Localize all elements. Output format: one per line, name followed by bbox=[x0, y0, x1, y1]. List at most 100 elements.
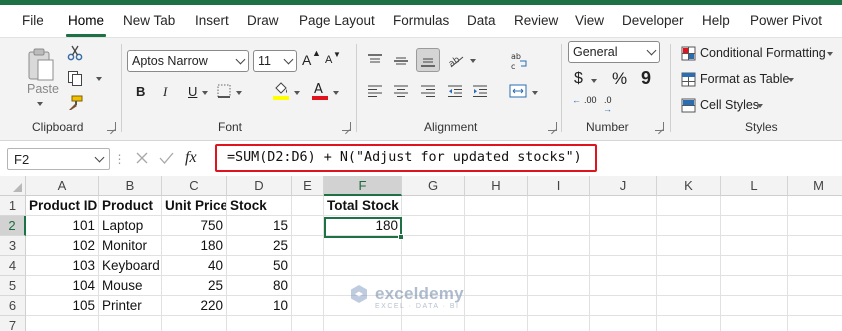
grid-cell[interactable] bbox=[465, 196, 528, 216]
grid-cell[interactable] bbox=[99, 316, 162, 331]
header-cell[interactable]: Product bbox=[99, 196, 162, 216]
grid-cell[interactable] bbox=[465, 216, 528, 236]
percent-button[interactable]: % bbox=[612, 69, 627, 89]
fill-handle[interactable] bbox=[398, 234, 404, 240]
font-color-chevron-down-icon[interactable] bbox=[333, 91, 339, 95]
copy-chevron-down-icon[interactable] bbox=[96, 77, 102, 81]
grid-cell[interactable] bbox=[657, 196, 721, 216]
grid-cell[interactable] bbox=[227, 316, 292, 331]
clipboard-launcher-icon[interactable] bbox=[107, 122, 116, 131]
currency-button[interactable]: $ bbox=[574, 70, 583, 88]
orientation-chevron-down-icon[interactable] bbox=[470, 59, 476, 63]
grid-cell[interactable] bbox=[590, 236, 657, 256]
grid-cell[interactable] bbox=[292, 296, 324, 316]
header-cell[interactable]: Unit Price bbox=[162, 196, 227, 216]
column-header-a[interactable]: A bbox=[26, 176, 99, 196]
grid-cell[interactable] bbox=[657, 296, 721, 316]
font-color-icon[interactable]: A bbox=[311, 80, 329, 102]
grid-cell[interactable] bbox=[402, 316, 465, 331]
grid-cell[interactable] bbox=[721, 296, 788, 316]
decrease-font-size-button[interactable]: A bbox=[325, 54, 332, 66]
tab-draw[interactable]: Draw bbox=[247, 13, 279, 28]
grid-cell[interactable] bbox=[721, 196, 788, 216]
grid-cell[interactable] bbox=[162, 316, 227, 331]
table-cell[interactable]: Mouse bbox=[99, 276, 162, 296]
align-right-icon[interactable] bbox=[419, 82, 437, 100]
cell-styles-icon[interactable] bbox=[680, 97, 696, 113]
grid-cell[interactable] bbox=[788, 236, 842, 256]
grid-cell[interactable] bbox=[465, 256, 528, 276]
grid-cell[interactable] bbox=[402, 196, 465, 216]
grid-cell[interactable] bbox=[292, 196, 324, 216]
underline-chevron-down-icon[interactable] bbox=[202, 91, 208, 95]
tab-help[interactable]: Help bbox=[702, 13, 730, 28]
table-cell[interactable]: 101 bbox=[26, 216, 99, 236]
number-launcher-icon[interactable] bbox=[655, 122, 664, 131]
grid-cell[interactable] bbox=[528, 276, 590, 296]
conditional-formatting-chevron-down-icon[interactable] bbox=[827, 52, 833, 56]
table-cell[interactable]: 15 bbox=[227, 216, 292, 236]
borders-chevron-down-icon[interactable] bbox=[236, 91, 242, 95]
table-cell[interactable]: 25 bbox=[162, 276, 227, 296]
column-header-c[interactable]: C bbox=[162, 176, 227, 196]
row-header-5[interactable]: 5 bbox=[0, 276, 26, 296]
grid-cell[interactable] bbox=[721, 256, 788, 276]
tab-home[interactable]: Home bbox=[68, 13, 104, 28]
tab-data[interactable]: Data bbox=[467, 13, 496, 28]
grid-cell[interactable] bbox=[788, 216, 842, 236]
header-cell[interactable]: Product ID bbox=[26, 196, 99, 216]
column-header-i[interactable]: I bbox=[528, 176, 590, 196]
align-top-icon[interactable] bbox=[366, 52, 384, 70]
table-cell[interactable]: 40 bbox=[162, 256, 227, 276]
header-cell[interactable]: Stock bbox=[227, 196, 292, 216]
merge-chevron-down-icon[interactable] bbox=[532, 91, 538, 95]
paste-label[interactable]: Paste bbox=[27, 82, 59, 96]
paste-icon[interactable] bbox=[26, 46, 56, 84]
table-cell[interactable]: Laptop bbox=[99, 216, 162, 236]
align-bottom-icon[interactable] bbox=[416, 48, 440, 72]
grid-cell[interactable] bbox=[528, 316, 590, 331]
name-box[interactable]: F2 bbox=[7, 148, 110, 170]
increase-decimal-button[interactable]: .00 bbox=[584, 95, 597, 105]
row-header-4[interactable]: 4 bbox=[0, 256, 26, 276]
insert-function-button[interactable]: fx bbox=[185, 149, 197, 167]
grid-cell[interactable] bbox=[657, 316, 721, 331]
table-cell[interactable]: 80 bbox=[227, 276, 292, 296]
column-header-d[interactable]: D bbox=[227, 176, 292, 196]
grid-cell[interactable] bbox=[657, 216, 721, 236]
format-as-table-button[interactable]: Format as Table bbox=[700, 72, 789, 86]
grid-cell[interactable] bbox=[590, 316, 657, 331]
grid-cell[interactable] bbox=[590, 296, 657, 316]
alignment-launcher-icon[interactable] bbox=[548, 122, 557, 131]
grid-cell[interactable] bbox=[528, 236, 590, 256]
row-header-6[interactable]: 6 bbox=[0, 296, 26, 316]
grid-cell[interactable] bbox=[292, 216, 324, 236]
grid-cell[interactable] bbox=[465, 276, 528, 296]
grid-cell[interactable] bbox=[528, 216, 590, 236]
grid-cell[interactable] bbox=[788, 316, 842, 331]
column-header-j[interactable]: J bbox=[590, 176, 657, 196]
grid-cell[interactable] bbox=[465, 316, 528, 331]
column-header-m[interactable]: M bbox=[788, 176, 842, 196]
column-header-f[interactable]: F bbox=[324, 176, 402, 196]
increase-indent-icon[interactable] bbox=[471, 82, 489, 100]
grid-cell[interactable] bbox=[528, 296, 590, 316]
grid-cell[interactable] bbox=[657, 276, 721, 296]
table-cell[interactable]: Monitor bbox=[99, 236, 162, 256]
grid-cell[interactable] bbox=[528, 256, 590, 276]
grid-cell[interactable] bbox=[590, 256, 657, 276]
decrease-indent-icon[interactable] bbox=[446, 82, 464, 100]
tab-review[interactable]: Review bbox=[514, 13, 558, 28]
font-launcher-icon[interactable] bbox=[342, 122, 351, 131]
column-header-l[interactable]: L bbox=[721, 176, 788, 196]
cancel-icon[interactable] bbox=[133, 149, 151, 167]
grid-cell[interactable] bbox=[292, 316, 324, 331]
format-as-table-chevron-down-icon[interactable] bbox=[788, 78, 794, 82]
grid-cell[interactable] bbox=[788, 296, 842, 316]
tab-page-layout[interactable]: Page Layout bbox=[299, 13, 375, 28]
grid-cell[interactable] bbox=[324, 236, 402, 256]
grid-cell[interactable] bbox=[465, 296, 528, 316]
align-left-icon[interactable] bbox=[366, 82, 384, 100]
table-cell[interactable]: 750 bbox=[162, 216, 227, 236]
grid-cell[interactable] bbox=[465, 236, 528, 256]
